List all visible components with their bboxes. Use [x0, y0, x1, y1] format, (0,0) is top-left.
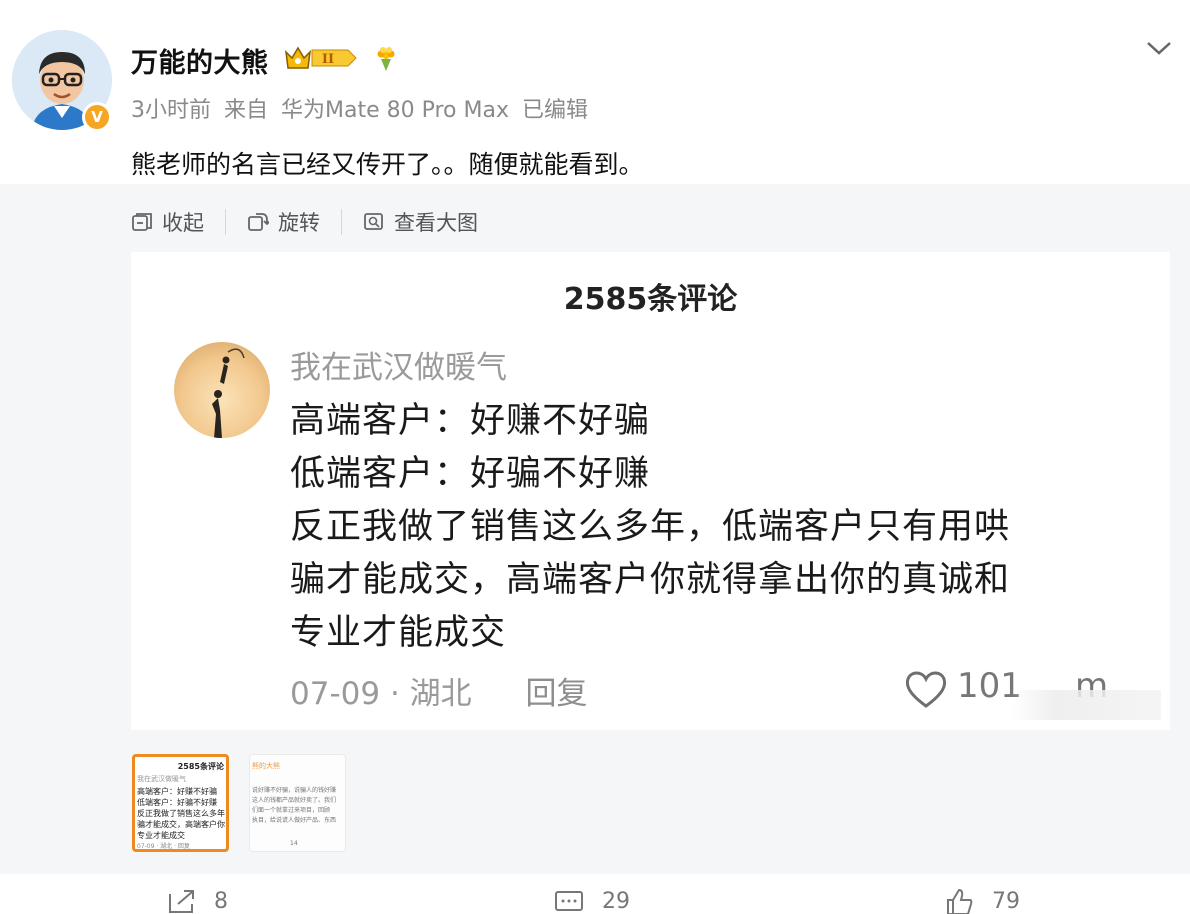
vip-crown-badge-icon[interactable]: II — [284, 44, 358, 72]
meta-dot: · — [389, 676, 400, 712]
device-name[interactable]: 华为Mate 80 Pro Max — [281, 98, 509, 123]
vip-level: II — [322, 52, 334, 67]
view-large-icon — [364, 213, 383, 230]
share-button[interactable]: 8 — [166, 888, 228, 914]
comment-count: 29 — [602, 888, 630, 914]
chevron-down-icon[interactable] — [1146, 38, 1172, 58]
comment-reply: 回复 — [525, 676, 588, 712]
thumb-line: 这人的钱都产品就好卖了。我们 — [252, 797, 337, 804]
thumb-line: 说好赚不好骗，说骗人的钱好赚 — [252, 787, 337, 794]
view-large-label: 查看大图 — [394, 211, 478, 235]
sunset-silhouette-icon — [174, 342, 270, 438]
comment-line: 骗才能成交，高端客户你就得拿出你的真诚和 — [290, 560, 1011, 600]
comment-line: 低端客户：好骗不好赚 — [290, 454, 651, 494]
thumb-meta: 14 — [290, 840, 298, 847]
thumb-line: 专业才能成交 — [137, 831, 185, 840]
heart-icon — [905, 671, 947, 708]
comment-line: 专业才能成交 — [290, 613, 507, 653]
thumb-name: 我在武汉做暖气 — [137, 775, 186, 783]
thumb-line: 反正我做了销售这么多年 — [137, 809, 225, 818]
collapse-button[interactable]: 收起 — [131, 207, 204, 237]
post-time: 3小时前 — [131, 98, 211, 123]
post-meta: 3小时前 来自 华为Mate 80 Pro Max 已编辑 — [131, 92, 594, 124]
comment-line: 反正我做了销售这么多年，低端客户只有用哄 — [290, 507, 1011, 547]
comment-location: 湖北 — [409, 676, 472, 712]
edited-label[interactable]: 已编辑 — [522, 98, 588, 123]
rotate-label: 旋转 — [278, 211, 320, 235]
comment-date: 07-09 — [290, 676, 381, 712]
comment-meta: 07-09 · 湖北 回复 — [290, 668, 588, 713]
comment-line: 高端客户：好赚不好骗 — [290, 401, 651, 441]
thumbnail-1[interactable]: 2585条评论 我在武汉做暖气 高端客户：好赚不好骗 低端客户：好骗不好赚 反正… — [132, 754, 229, 852]
view-large-button[interactable]: 查看大图 — [363, 207, 478, 237]
username[interactable]: 万能的大熊 — [131, 41, 269, 80]
media-toolbar: 收起 旋转 查看大图 — [131, 205, 478, 239]
commenter-avatar — [174, 342, 270, 438]
collapse-icon — [132, 213, 152, 231]
action-bar: 8 29 79 — [0, 888, 1190, 914]
thumb-line: 们面一个就拿过来项目，回顾 — [252, 807, 331, 814]
image-title: 2585条评论 — [563, 282, 738, 317]
flower-badge-icon[interactable] — [373, 46, 399, 72]
thumb-line: 低端客户：好骗不好赚 — [137, 798, 217, 807]
post-image[interactable]: 2585条评论 我在武汉做暖气 高端客户：好赚不好骗 低端客户：好骗不好赚 反正… — [131, 252, 1170, 730]
thumb-title: 2585条评论 — [177, 762, 224, 771]
rotate-button[interactable]: 旋转 — [247, 207, 320, 237]
watermark-blur — [1011, 690, 1161, 720]
collapse-label: 收起 — [162, 211, 204, 235]
thumb-line: 执目，给说谎人做好产品、东西 — [252, 817, 337, 824]
toolbar-divider — [225, 209, 226, 235]
like-button[interactable]: 79 — [944, 888, 1020, 914]
verified-badge: V — [82, 102, 112, 132]
commenter-name: 我在武汉做暖气 — [290, 350, 507, 386]
thumb-line: 高端客户：好赚不好骗 — [137, 787, 217, 796]
thumb-meta: 07-09 · 湖北 · 回复 — [137, 843, 190, 850]
comment-icon — [555, 891, 583, 911]
comment-button[interactable]: 29 — [554, 888, 630, 914]
toolbar-divider — [341, 209, 342, 235]
post-text: 熊老师的名言已经又传开了。。随便就能看到。 — [131, 150, 644, 179]
thumbnail-2[interactable]: 熊的大熊 说好赚不好骗，说骗人的钱好赚 这人的钱都产品就好卖了。我们 们面一个就… — [249, 754, 346, 852]
share-icon — [169, 890, 194, 913]
thumb-line: 骗才能成交，高端客户你 — [137, 820, 225, 829]
thumb-head: 熊的大熊 — [252, 762, 280, 770]
thumbs-up-icon — [947, 888, 973, 914]
source-prefix: 来自 — [224, 98, 269, 123]
rotate-icon — [248, 213, 269, 231]
like-count: 79 — [992, 888, 1020, 914]
share-count: 8 — [214, 888, 228, 914]
